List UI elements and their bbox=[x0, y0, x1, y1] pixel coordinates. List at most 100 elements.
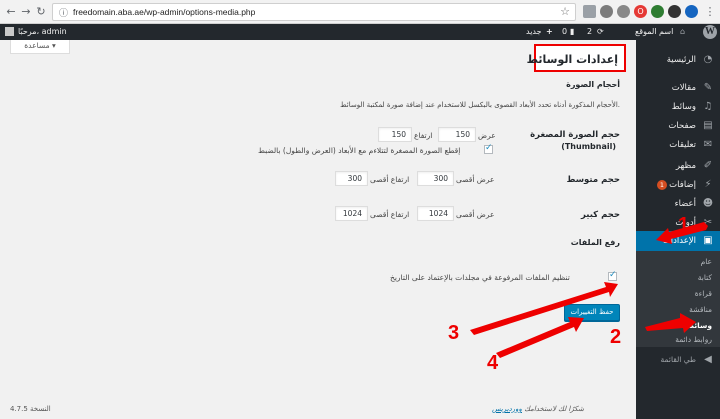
submenu-media[interactable]: وسائط bbox=[686, 320, 712, 332]
home-icon[interactable]: ⌂ bbox=[680, 26, 685, 38]
page-title: إعدادات الوسائط bbox=[526, 53, 618, 66]
thumbnail-width-input[interactable] bbox=[438, 127, 476, 142]
annotation-number-4: 4 bbox=[487, 352, 499, 374]
help-tab[interactable]: مساعدة ▾ bbox=[10, 40, 70, 54]
extension-icon[interactable] bbox=[617, 5, 630, 18]
sidebar-item-appearance[interactable]: ✐ مظهر bbox=[636, 156, 720, 176]
medium-height-label: ارتفاع أقصى bbox=[370, 175, 410, 184]
collapse-menu-label: طي القائمة bbox=[660, 355, 697, 364]
address-bar[interactable]: ⓘ freedomain.aba.ae/wp-admin/options-med… bbox=[52, 3, 576, 21]
annotation-number-3: 3 bbox=[448, 322, 460, 344]
thumbnail-size-sublabel: (Thumbnail) bbox=[561, 142, 616, 151]
users-icon: ☻ bbox=[702, 198, 714, 209]
media-icon: ♫ bbox=[703, 101, 713, 112]
sidebar-item-label: الرئيسية bbox=[666, 55, 696, 65]
sidebar-item-comments[interactable]: ✉ تعليقات bbox=[636, 135, 720, 155]
plugins-update-badge: 1 bbox=[657, 180, 667, 190]
settings-icon: ▣ bbox=[703, 235, 713, 246]
sidebar-item-posts[interactable]: ✎ مقالات bbox=[636, 78, 720, 98]
sidebar-item-label: مظهر bbox=[675, 161, 696, 171]
annotation-arrow-4 bbox=[496, 317, 584, 358]
dashboard-icon: ◔ bbox=[703, 54, 713, 65]
page-info-icon[interactable]: ⓘ bbox=[59, 6, 68, 19]
collapse-menu[interactable]: ◀ طي القائمة bbox=[636, 350, 720, 370]
updates-count[interactable]: 2 bbox=[587, 26, 592, 38]
page-title-highlight: إعدادات الوسائط bbox=[527, 44, 626, 72]
comments-icon: ✉ bbox=[703, 139, 713, 150]
comments-icon[interactable]: ▮ bbox=[570, 26, 574, 38]
submenu-general[interactable]: عام bbox=[701, 256, 712, 268]
updates-icon[interactable]: ⟳ bbox=[597, 26, 604, 38]
sidebar-item-label: صفحات bbox=[668, 121, 696, 131]
avatar[interactable] bbox=[5, 27, 14, 36]
extension-icon[interactable] bbox=[583, 5, 596, 18]
page-icon: ▤ bbox=[703, 120, 713, 131]
thumbnail-crop-checkbox[interactable]: ✓ bbox=[484, 143, 493, 154]
uploads-heading: رفع الملفات bbox=[570, 238, 620, 247]
sidebar-item-users[interactable]: ☻ أعضاء bbox=[636, 194, 720, 214]
sidebar-item-label: مقالات bbox=[671, 83, 696, 93]
wordpress-link[interactable]: ووردبريس bbox=[492, 405, 522, 413]
large-height-label: ارتفاع أقصى bbox=[370, 210, 410, 219]
large-height-input[interactable] bbox=[335, 206, 368, 221]
image-sizes-heading: أحجام الصورة bbox=[566, 80, 620, 89]
save-changes-button[interactable]: حفظ التغييرات bbox=[564, 304, 620, 321]
browser-toolbar: ← → ↻ ⓘ freedomain.aba.ae/wp-admin/optio… bbox=[0, 0, 720, 24]
active-menu-notch bbox=[630, 235, 636, 247]
submenu-permalinks[interactable]: روابط دائمة bbox=[675, 334, 712, 346]
medium-size-label: حجم متوسط bbox=[566, 175, 620, 185]
sidebar-item-plugins[interactable]: ⚡ إضافات 1 bbox=[636, 175, 720, 195]
thumbnail-crop-label[interactable]: إقطع الصورة المصغرة لتتلاءم مع الأبعاد (… bbox=[258, 146, 460, 155]
footer-thanks-text: شكرًا لك لاستخدامك bbox=[524, 405, 584, 413]
thumbnail-height-label: ارتفاع bbox=[414, 131, 433, 140]
large-width-label: عرض أقصى bbox=[456, 210, 495, 219]
sidebar-item-label: أعضاء bbox=[674, 199, 696, 209]
large-width-input[interactable] bbox=[417, 206, 454, 221]
pin-icon: ✎ bbox=[703, 82, 713, 93]
annotation-number-1: 1 bbox=[678, 214, 690, 236]
greeting[interactable]: مرحبًا، admin bbox=[18, 26, 67, 38]
thumbnail-size-label: حجم الصورة المصغرة bbox=[530, 130, 620, 140]
settings-submenu: عام كتابة قراءة مناقشة وسائط روابط دائمة bbox=[636, 251, 720, 347]
back-icon[interactable]: ← bbox=[4, 5, 18, 19]
new-content-label[interactable]: جديد bbox=[526, 26, 542, 38]
medium-width-label: عرض أقصى bbox=[456, 175, 495, 184]
footer-thanks: شكرًا لك لاستخدامك ووردبريس bbox=[492, 405, 584, 413]
extension-icon[interactable] bbox=[668, 5, 681, 18]
sidebar-item-label: تعليقات bbox=[669, 140, 696, 150]
sidebar-item-pages[interactable]: ▤ صفحات bbox=[636, 116, 720, 136]
comments-count[interactable]: 0 bbox=[562, 26, 567, 38]
wp-version: النسخة 4.7.5 bbox=[10, 405, 51, 413]
thumbnail-height-input[interactable] bbox=[378, 127, 412, 142]
extension-icon[interactable] bbox=[651, 5, 664, 18]
help-tab-label: مساعدة bbox=[24, 41, 50, 50]
organize-uploads-checkbox[interactable]: ✓ bbox=[608, 270, 617, 281]
appearance-icon: ✐ bbox=[703, 160, 713, 171]
sidebar-item-dashboard[interactable]: ◔ الرئيسية bbox=[636, 50, 720, 70]
image-sizes-description: الأحجام المذكورة أدناه تحدد الأبعاد القص… bbox=[340, 101, 620, 109]
reload-icon[interactable]: ↻ bbox=[34, 5, 48, 19]
thumbnail-width-label: عرض bbox=[478, 131, 496, 140]
wordpress-logo-icon[interactable]: W bbox=[703, 25, 717, 39]
annotation-number-2: 2 bbox=[610, 326, 622, 348]
new-content-icon[interactable]: + bbox=[546, 26, 553, 38]
forward-icon[interactable]: → bbox=[19, 5, 33, 19]
menu-icon[interactable]: ⋮ bbox=[703, 5, 717, 19]
site-name[interactable]: اسم الموقع bbox=[635, 26, 673, 38]
submenu-writing[interactable]: كتابة bbox=[698, 272, 712, 284]
sidebar-item-media[interactable]: ♫ وسائط bbox=[636, 97, 720, 117]
tools-icon: ✂ bbox=[703, 217, 713, 228]
camera-icon[interactable] bbox=[600, 5, 613, 18]
extension-icon[interactable] bbox=[685, 5, 698, 18]
large-size-label: حجم كبير bbox=[580, 210, 620, 220]
medium-width-input[interactable] bbox=[417, 171, 454, 186]
opera-icon[interactable]: O bbox=[634, 5, 647, 18]
sidebar-item-label: إضافات bbox=[669, 180, 696, 190]
medium-height-input[interactable] bbox=[335, 171, 368, 186]
submenu-reading[interactable]: قراءة bbox=[695, 288, 712, 300]
bookmark-star-icon[interactable]: ☆ bbox=[560, 5, 570, 18]
url-text[interactable]: freedomain.aba.ae/wp-admin/options-media… bbox=[73, 7, 255, 17]
submenu-discussion[interactable]: مناقشة bbox=[689, 304, 712, 316]
organize-uploads-label[interactable]: تنظيم الملفات المرفوعة في مجلدات بالإعتم… bbox=[390, 273, 570, 282]
wp-admin-bar: مرحبًا، admin جديد + 0 ▮ 2 ⟳ اسم الموقع … bbox=[0, 24, 720, 40]
